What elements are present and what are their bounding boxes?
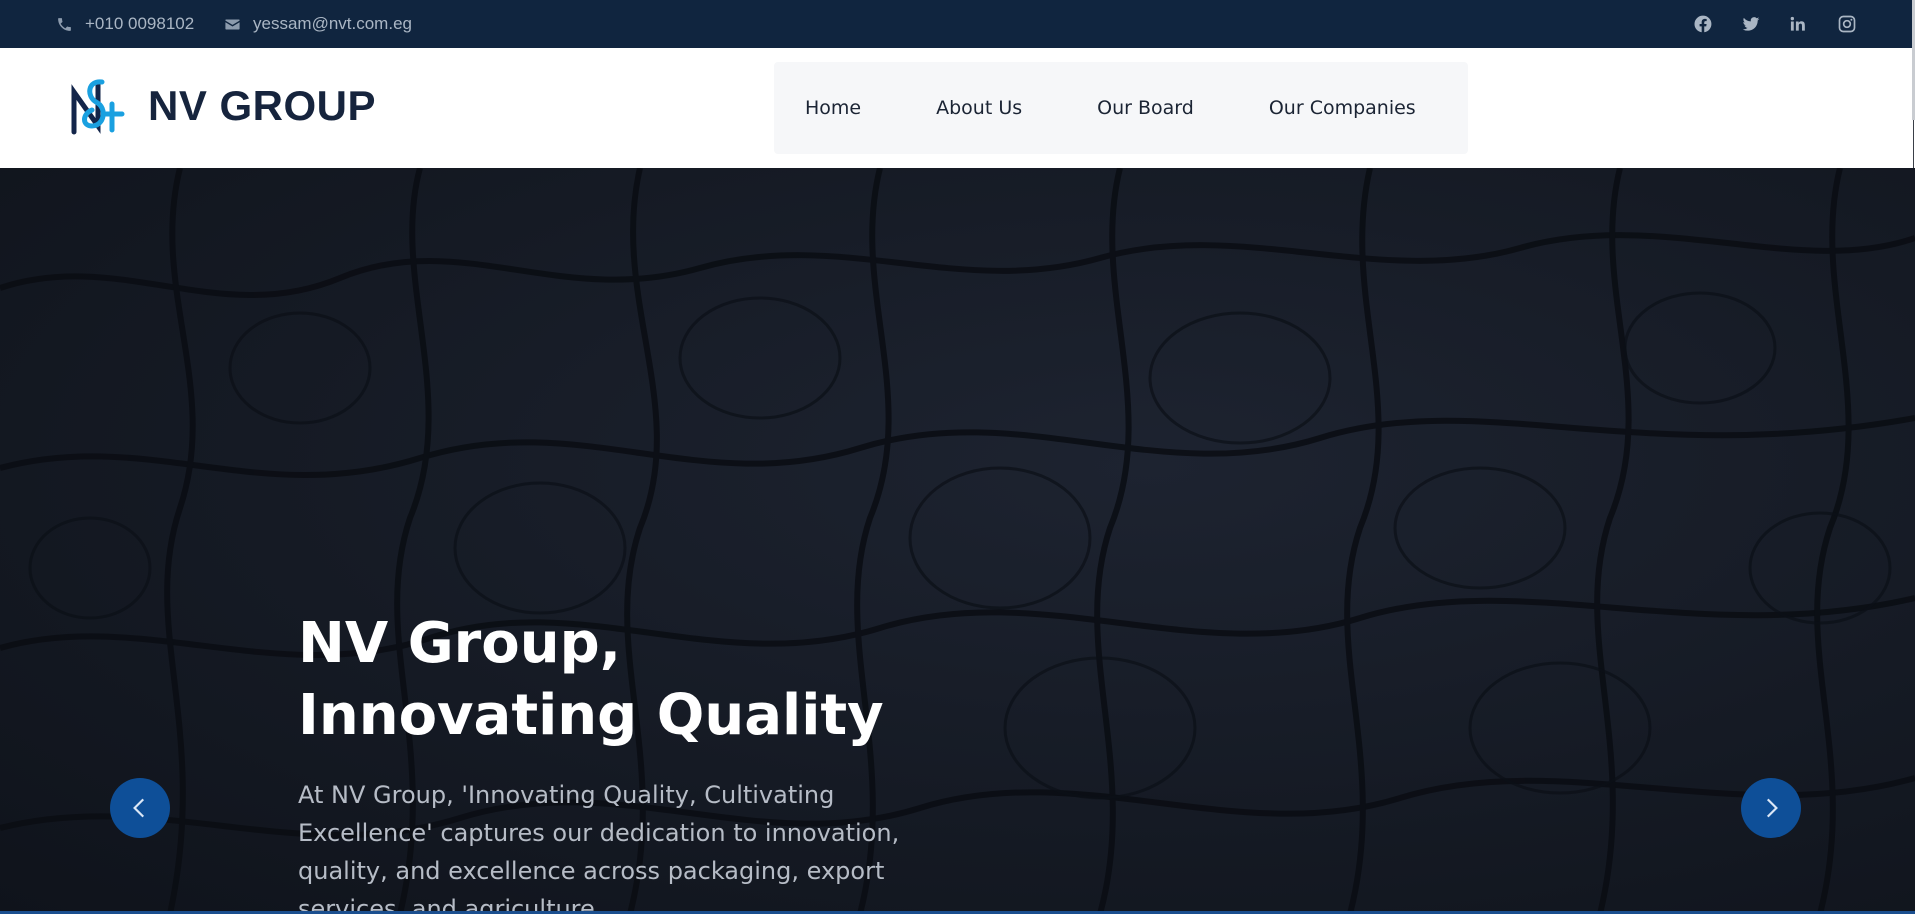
top-contact-bar: +010 0098102 yessam@nvt.com.eg bbox=[0, 0, 1915, 48]
email-contact[interactable]: yessam@nvt.com.eg bbox=[224, 0, 412, 48]
linkedin-icon[interactable] bbox=[1789, 14, 1809, 34]
site-logo[interactable]: NV GROUP bbox=[68, 74, 376, 138]
social-links bbox=[1693, 0, 1857, 48]
hero-title: NV Group, Innovating Quality bbox=[298, 611, 884, 748]
slider-prev-button[interactable] bbox=[110, 778, 170, 838]
instagram-icon[interactable] bbox=[1837, 14, 1857, 34]
twitter-icon[interactable] bbox=[1741, 14, 1761, 34]
nv-monogram-logo bbox=[71, 79, 125, 135]
chevron-right-icon bbox=[1766, 798, 1778, 818]
nav-about-us[interactable]: About Us bbox=[936, 97, 1022, 119]
main-navigation: Home About Us Our Board Our Companies bbox=[774, 62, 1468, 154]
nav-home[interactable]: Home bbox=[805, 97, 861, 119]
hero-description: At NV Group, 'Innovating Quality, Cultiv… bbox=[298, 781, 900, 914]
email-address[interactable]: yessam@nvt.com.eg bbox=[253, 14, 412, 34]
phone-number[interactable]: +010 0098102 bbox=[85, 14, 194, 34]
hero-slider: NV Group, Innovating Quality At NV Group… bbox=[0, 168, 1915, 914]
brand-name: NV GROUP bbox=[148, 82, 377, 129]
envelope-icon bbox=[225, 19, 240, 29]
phone-icon bbox=[58, 17, 71, 31]
slider-next-button[interactable] bbox=[1741, 778, 1801, 838]
chevron-left-icon bbox=[133, 798, 145, 818]
hero-background-texture bbox=[0, 168, 1915, 914]
phone-contact[interactable]: +010 0098102 bbox=[56, 0, 194, 48]
nav-our-board[interactable]: Our Board bbox=[1097, 97, 1194, 119]
site-header: NV GROUP Home About Us Our Board Our Com… bbox=[0, 48, 1915, 168]
facebook-icon[interactable] bbox=[1693, 14, 1713, 34]
nav-our-companies[interactable]: Our Companies bbox=[1269, 97, 1416, 119]
